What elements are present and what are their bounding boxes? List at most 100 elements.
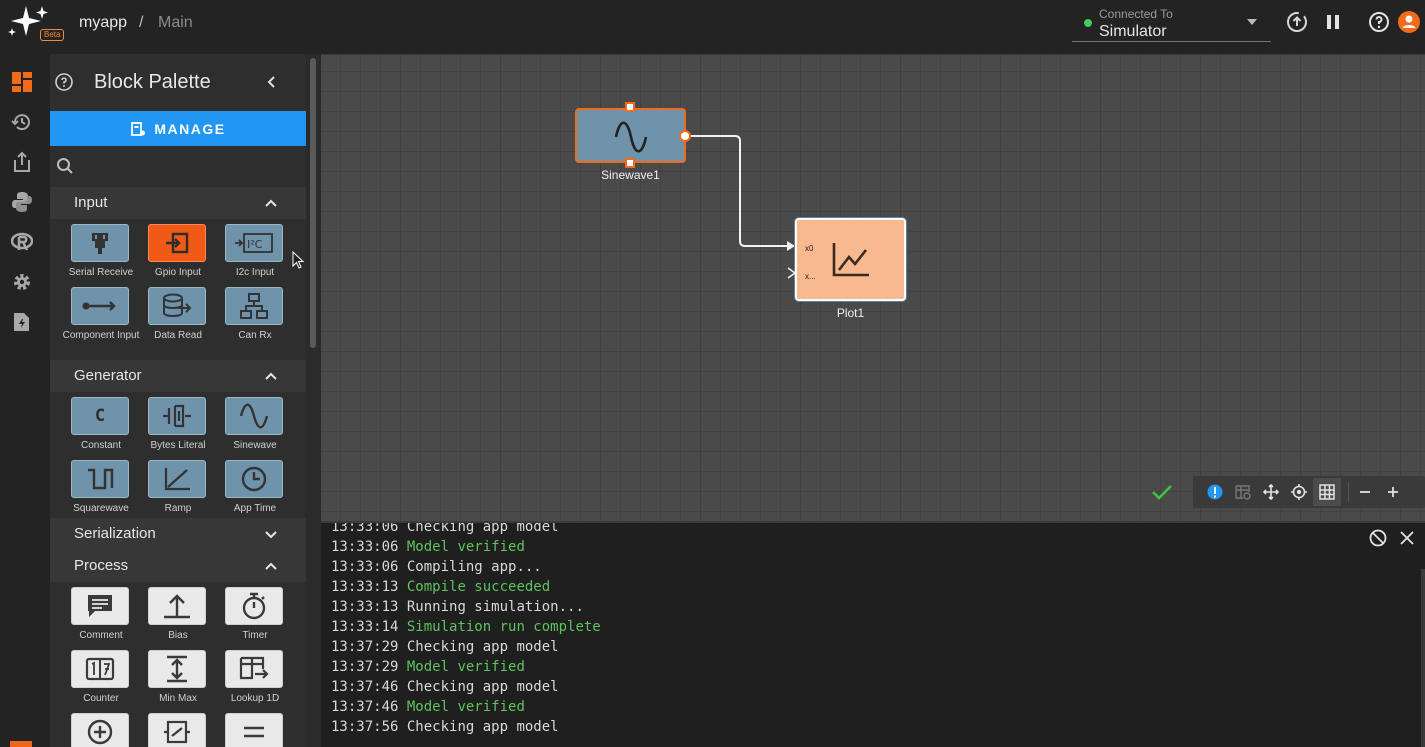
docs-icon[interactable] [11, 311, 33, 333]
console-timestamp: 13:37:29 [331, 659, 399, 675]
share-icon[interactable] [11, 151, 33, 173]
connection-status-dot [1084, 19, 1092, 27]
block-serial-receive[interactable]: Serial Receive [61, 224, 141, 286]
console-scrollbar[interactable] [1421, 569, 1425, 747]
zoom-in-icon[interactable] [1385, 484, 1401, 500]
plot-chart-icon [832, 243, 869, 277]
palette-scroll-thumb[interactable] [310, 58, 316, 348]
block-min-max[interactable]: Min Max [138, 650, 218, 712]
center-focus-icon[interactable] [1291, 484, 1307, 500]
block-squarewave[interactable]: Squarewave [61, 460, 141, 522]
block-sinewave[interactable]: Sinewave [215, 397, 295, 459]
section-process[interactable]: Process [50, 550, 306, 582]
output-port[interactable] [679, 130, 691, 142]
block-bytes-literal[interactable]: Bytes Literal [138, 397, 218, 459]
state-machine-icon [164, 720, 190, 744]
help-circle-icon[interactable] [54, 72, 74, 92]
bias-icon [164, 594, 190, 619]
left-nav [0, 54, 50, 747]
dashboard-icon[interactable] [11, 71, 33, 93]
pause-icon[interactable] [1321, 10, 1345, 34]
section-generator[interactable]: Generator [50, 360, 306, 392]
info-icon[interactable] [1207, 484, 1223, 500]
deploy-icon[interactable] [1285, 10, 1309, 34]
diagram-canvas[interactable]: Sinewave1 x0 x... Plot1 [321, 54, 1425, 521]
console-line: 13:33:14 Simulation run complete [331, 617, 601, 637]
block-label: Comment [79, 630, 123, 641]
ramp-icon [164, 468, 190, 491]
breadcrumb-separator: / [139, 14, 144, 31]
constant-icon: C [94, 406, 106, 426]
console-line: 13:37:46 Checking app model [331, 677, 601, 697]
logo-sparkle-icon[interactable]: Beta [4, 4, 65, 41]
node-sinewave1[interactable] [575, 108, 686, 163]
help-icon[interactable] [1367, 10, 1391, 34]
settings-icon[interactable] [11, 271, 33, 293]
chevron-up-icon [265, 199, 277, 207]
block-i2c-input[interactable]: I²C I2c Input [215, 224, 295, 286]
collapse-chevron-left-icon[interactable] [264, 74, 280, 90]
block-data-read[interactable]: Data Read [138, 287, 218, 349]
add-circle-icon [87, 719, 113, 745]
block-ramp[interactable]: Ramp [138, 460, 218, 522]
block-label: I2c Input [235, 267, 275, 278]
manage-icon [131, 121, 146, 136]
resize-handle-top[interactable] [625, 102, 635, 112]
bytes-literal-icon [163, 404, 191, 428]
top-bar: Beta myapp / Main Connected To Simulator [0, 0, 1425, 54]
table-disabled-icon[interactable] [1235, 484, 1251, 500]
block-can-rx[interactable]: Can Rx [215, 287, 295, 349]
r-icon[interactable] [10, 231, 34, 253]
user-icon[interactable] [1397, 10, 1421, 34]
node-plot1[interactable]: x0 x... [795, 218, 906, 301]
block-app-time[interactable]: App Time [215, 460, 295, 522]
console-message: Checking app model [406, 679, 559, 695]
block-component-input[interactable]: Component Input [61, 287, 141, 349]
breadcrumb-app[interactable]: myapp [79, 14, 127, 32]
clear-console-icon[interactable] [1369, 529, 1387, 547]
history-icon[interactable] [11, 111, 33, 133]
python-icon[interactable] [11, 191, 33, 213]
block-state[interactable] [138, 713, 218, 747]
clock-icon [241, 466, 267, 492]
console-message: Checking app model [406, 719, 559, 735]
node-label-sinewave1: Sinewave1 [601, 168, 660, 182]
block-equals[interactable] [215, 713, 295, 747]
min-max-icon [167, 655, 187, 683]
section-serialization[interactable]: Serialization [50, 518, 306, 550]
section-input[interactable]: Input [50, 187, 306, 219]
zoom-out-icon[interactable] [1357, 484, 1373, 500]
console-line: 13:33:06 Checking app model [331, 523, 601, 537]
search-input[interactable] [80, 154, 300, 178]
block-label: Counter [83, 693, 119, 704]
block-add[interactable] [61, 713, 141, 747]
block-bias[interactable]: Bias [138, 587, 218, 649]
input-port-arrow[interactable] [787, 267, 797, 279]
block-label: Sinewave [233, 440, 277, 451]
mouse-cursor-icon [292, 251, 304, 269]
block-counter[interactable]: Counter [61, 650, 141, 712]
console-message: Running simulation... [406, 599, 584, 615]
block-constant[interactable]: C Constant [61, 397, 141, 459]
connection-select[interactable]: Connected To Simulator [1072, 3, 1271, 42]
console-timestamp: 13:37:29 [331, 639, 399, 655]
chevron-down-icon [265, 531, 277, 539]
block-label: Gpio Input [154, 267, 202, 278]
svg-text:I²C: I²C [247, 238, 263, 251]
equals-icon [244, 726, 264, 738]
block-lookup-1d[interactable]: Lookup 1D [215, 650, 295, 712]
close-icon[interactable] [1399, 530, 1415, 546]
canvas-toolbar [1193, 476, 1425, 508]
pan-move-icon[interactable] [1263, 484, 1279, 500]
block-timer[interactable]: Timer [215, 587, 295, 649]
block-gpio-input[interactable]: Gpio Input [138, 224, 218, 286]
manage-button[interactable]: MANAGE [50, 111, 306, 146]
palette-search[interactable] [50, 152, 306, 180]
manage-label: MANAGE [154, 120, 226, 137]
palette-scrollbar[interactable] [306, 54, 321, 747]
i2c-icon: I²C [235, 233, 273, 253]
resize-handle-bottom[interactable] [625, 158, 635, 168]
grid-toggle-button[interactable] [1313, 478, 1341, 506]
block-comment[interactable]: Comment [61, 587, 141, 649]
console-timestamp: 13:33:06 [331, 559, 399, 575]
